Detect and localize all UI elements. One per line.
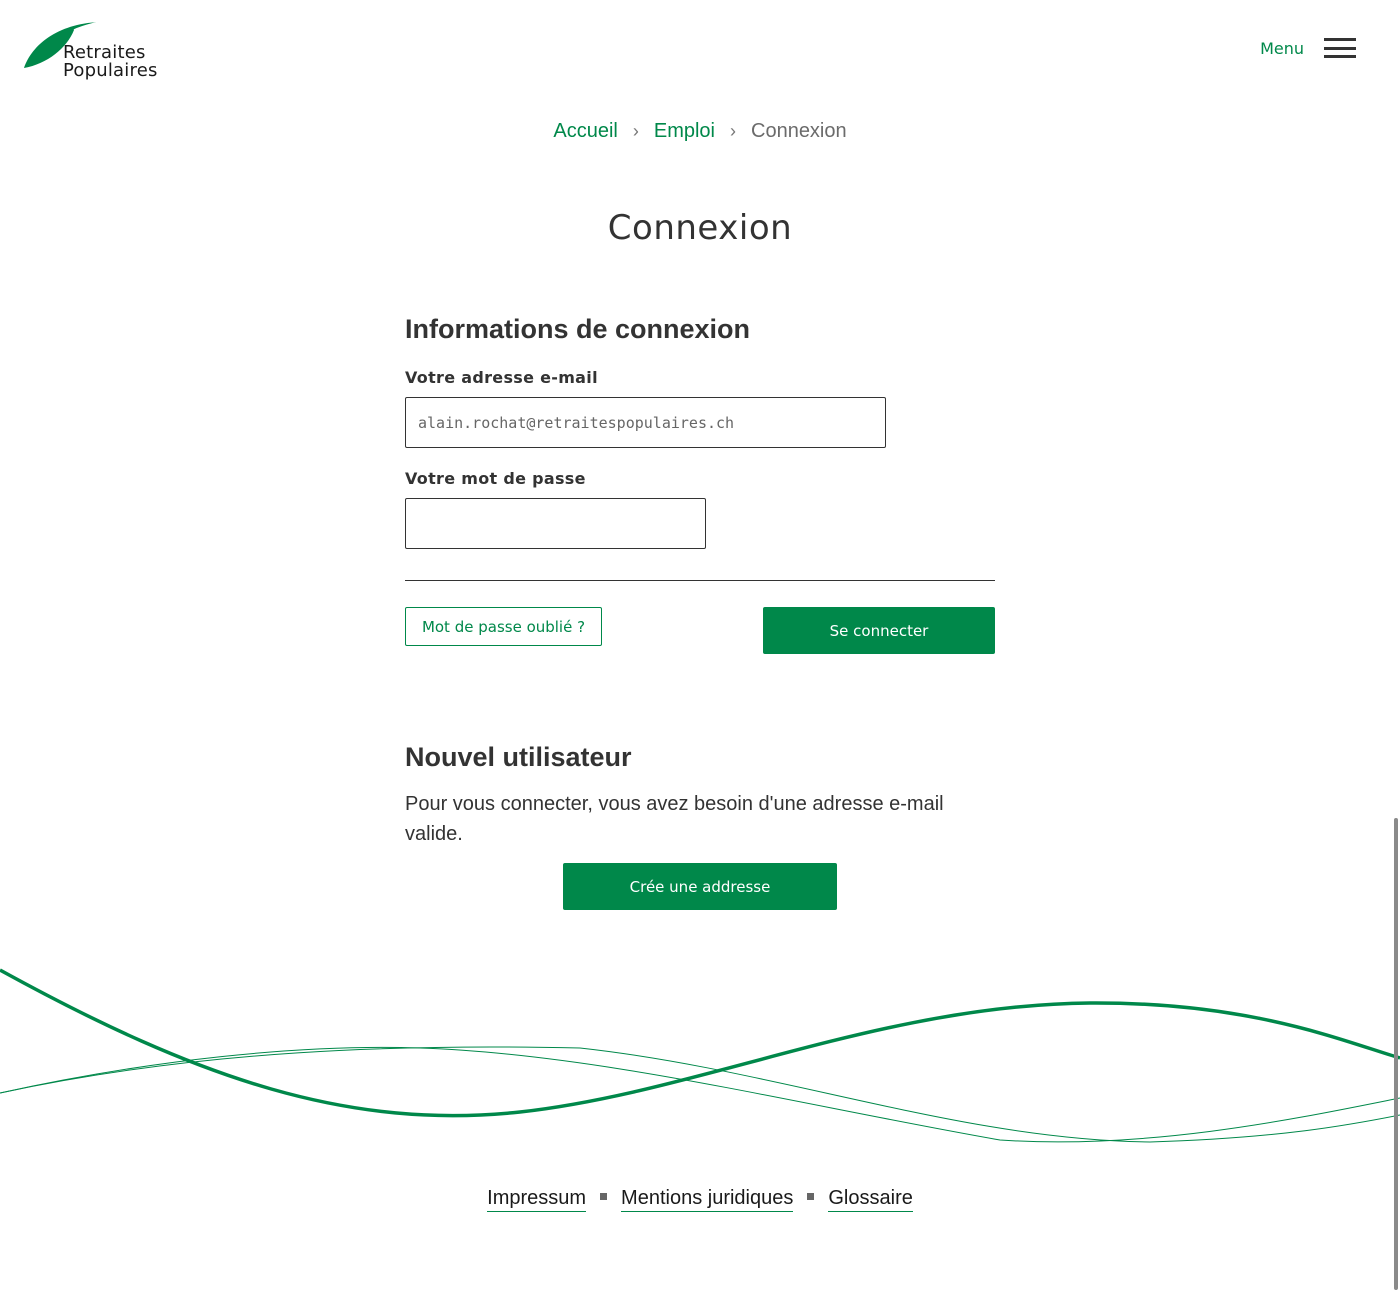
create-address-button[interactable]: Crée une addresse xyxy=(563,863,837,910)
divider xyxy=(405,580,995,581)
menu-button[interactable]: Menu xyxy=(1260,38,1356,58)
email-field[interactable] xyxy=(405,397,886,448)
footer-link-impressum[interactable]: Impressum xyxy=(487,1187,587,1212)
logo[interactable]: Retraites Populaires xyxy=(22,20,172,84)
password-field[interactable] xyxy=(405,498,706,549)
footer-separator xyxy=(600,1193,608,1200)
breadcrumb-item-accueil[interactable]: Accueil xyxy=(553,120,617,143)
new-user-section-title: Nouvel utilisateur xyxy=(405,742,632,772)
password-label: Votre mot de passe xyxy=(405,469,586,488)
decorative-waves xyxy=(0,968,1400,1143)
breadcrumb: Accueil › Emploi › Connexion xyxy=(0,120,1400,143)
new-user-description: Pour vous connecter, vous avez besoin d'… xyxy=(405,793,944,845)
breadcrumb-current: Connexion xyxy=(751,120,847,142)
hamburger-icon[interactable] xyxy=(1324,38,1356,58)
scrollbar[interactable] xyxy=(1394,818,1398,1290)
breadcrumb-separator: › xyxy=(632,121,639,141)
footer: Impressum Mentions juridiques Glossaire xyxy=(0,1187,1400,1212)
page: Retraites Populaires Menu Accueil › Empl… xyxy=(0,0,1400,1293)
page-title: Connexion xyxy=(607,208,793,248)
menu-label: Menu xyxy=(1260,38,1304,58)
breadcrumb-item-emploi[interactable]: Emploi xyxy=(654,120,715,143)
breadcrumb-separator: › xyxy=(730,121,736,141)
footer-link-mentions[interactable]: Mentions juridiques xyxy=(621,1187,794,1212)
forgot-password-button[interactable]: Mot de passe oublié ? xyxy=(405,607,602,646)
email-label: Votre adresse e-mail xyxy=(405,368,598,387)
logo-line-2: Populaires xyxy=(63,60,158,81)
login-section-title: Informations de connexion xyxy=(405,314,751,344)
footer-separator xyxy=(807,1193,815,1200)
footer-link-glossaire[interactable]: Glossaire xyxy=(828,1187,913,1212)
login-button[interactable]: Se connecter xyxy=(763,607,995,654)
logo-text: Retraites Populaires xyxy=(63,44,158,80)
